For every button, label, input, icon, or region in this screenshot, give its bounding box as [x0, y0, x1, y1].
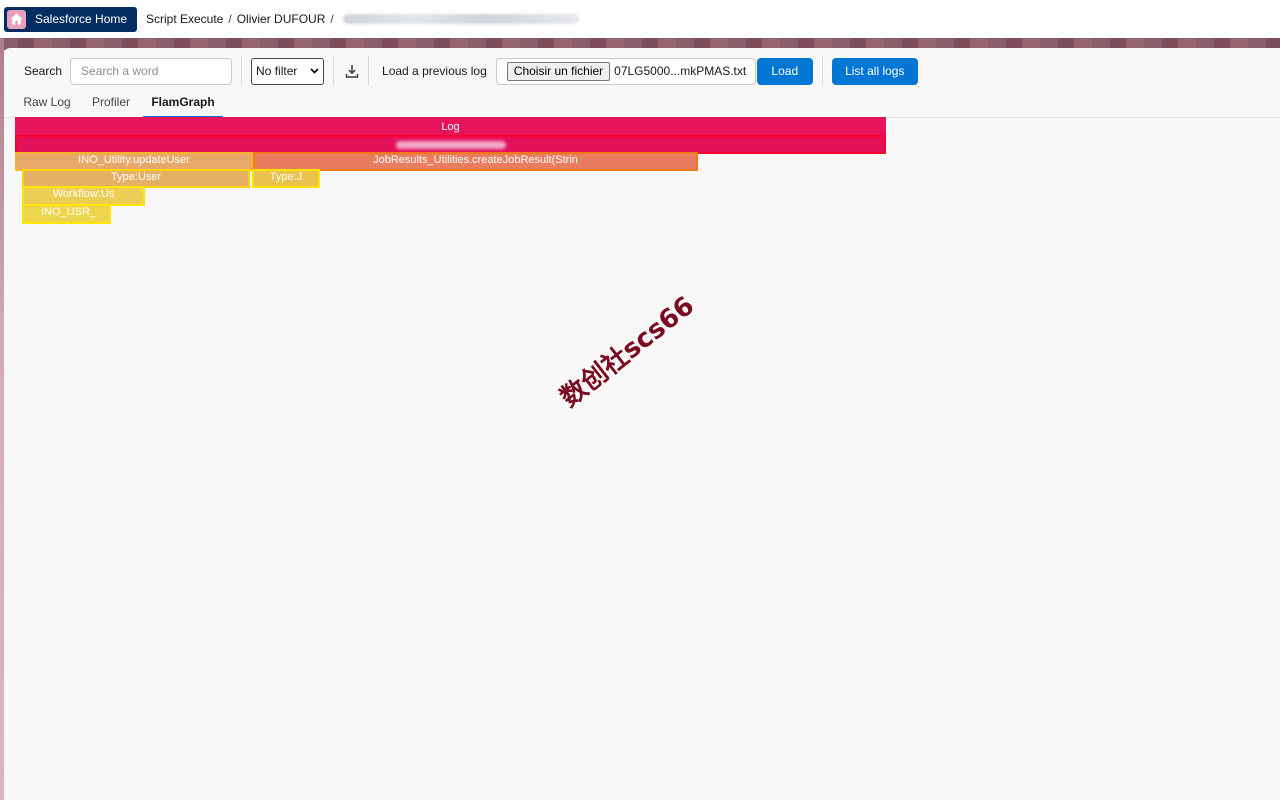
search-label: Search	[24, 64, 63, 78]
redacted-email	[342, 14, 579, 24]
filter-selected-value: No filter	[256, 64, 298, 78]
flame-frame-log[interactable]: Log	[15, 117, 886, 135]
tab-profiler[interactable]: Profiler	[80, 94, 142, 118]
file-input[interactable]: Choisir un fichier 07LG5000...mkPMAS.txt	[495, 57, 756, 85]
download-icon[interactable]	[344, 63, 360, 79]
tab-raw-log[interactable]: Raw Log	[16, 94, 78, 118]
home-icon	[7, 9, 26, 29]
load-previous-label: Load a previous log	[382, 64, 487, 78]
selected-file-name: 07LG5000...mkPMAS.txt	[614, 64, 747, 78]
toolbar-divider	[368, 56, 370, 86]
choose-file-button[interactable]: Choisir un fichier	[506, 61, 611, 81]
tab-flamgraph[interactable]: FlamGraph	[143, 94, 223, 118]
toolbar: Search No filter Load a previous log Cho…	[4, 48, 1280, 94]
toolbar-divider	[821, 56, 823, 86]
flame-frame-ino-usr[interactable]: INO_USR_	[22, 204, 111, 224]
filter-select[interactable]: No filter	[251, 57, 325, 85]
redacted-frame-label	[395, 141, 506, 149]
flame-frame-workflow-us[interactable]: Workflow:Us	[22, 186, 145, 206]
salesforce-home-button[interactable]: Salesforce Home	[4, 6, 137, 32]
breadcrumb-separator: /	[228, 12, 232, 26]
flame-frame-type-j[interactable]: Type:J	[252, 169, 320, 188]
tab-bar: Raw Log Profiler FlamGraph	[4, 94, 1280, 118]
chevron-down-icon	[310, 68, 319, 74]
breadcrumb-user[interactable]: Olivier DUFOUR	[237, 12, 326, 26]
search-input[interactable]	[70, 57, 233, 85]
breadcrumb-script-execute[interactable]: Script Execute	[146, 12, 223, 26]
toolbar-divider	[333, 56, 335, 86]
breadcrumb-separator: /	[330, 12, 334, 26]
breadcrumb: Script Execute / Olivier DUFOUR /	[146, 12, 579, 26]
toolbar-divider	[241, 56, 243, 86]
top-bar: Salesforce Home Script Execute / Olivier…	[0, 0, 1280, 38]
load-button[interactable]: Load	[756, 57, 813, 85]
salesforce-home-label: Salesforce Home	[35, 12, 128, 26]
list-all-logs-button[interactable]: List all logs	[831, 57, 918, 85]
